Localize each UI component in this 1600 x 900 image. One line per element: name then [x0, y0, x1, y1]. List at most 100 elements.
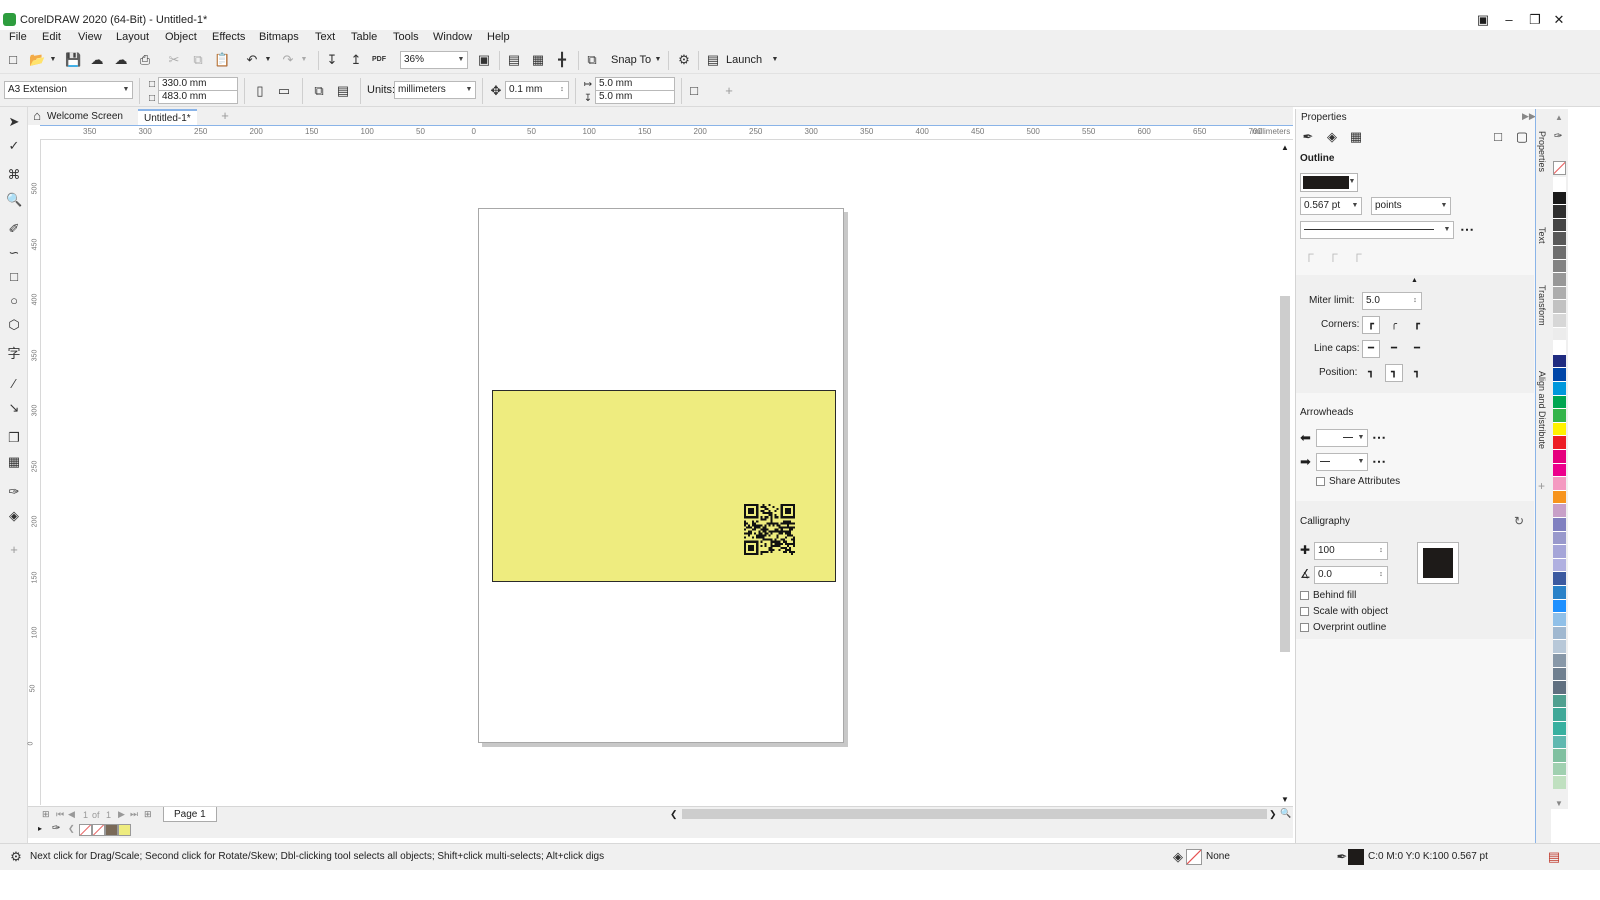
print-icon[interactable]: ⎙ [137, 52, 153, 68]
palette-swatch[interactable] [1553, 598, 1566, 613]
palette-swatch[interactable] [1553, 245, 1566, 259]
palette-swatch[interactable] [1553, 272, 1566, 287]
position-center-button[interactable]: ┓ [1385, 364, 1403, 382]
full-screen-icon[interactable]: ▣ [476, 52, 492, 68]
palette-swatch[interactable] [1553, 585, 1566, 599]
docker-tab-transform[interactable]: Transform [1537, 285, 1547, 326]
page-size-dropdown-icon[interactable]: ▼ [120, 82, 132, 98]
palette-swatch[interactable] [1553, 408, 1566, 423]
open-dropdown-icon[interactable]: ▼ [45, 52, 61, 68]
options-gear-icon[interactable]: ⚙ [676, 52, 692, 68]
show-grid-icon[interactable]: ▦ [530, 52, 546, 68]
page-tab-1[interactable]: Page 1 [163, 807, 217, 822]
duplicate-x-field[interactable]: 5.0 mm [595, 77, 675, 91]
palette-swatch[interactable] [1553, 721, 1566, 735]
nudge-distance-field[interactable]: 0.1 mm ↕ [505, 81, 569, 99]
menu-edit[interactable]: Edit [42, 31, 61, 43]
palette-swatch[interactable] [1553, 367, 1566, 382]
palette-swatch[interactable] [1553, 313, 1566, 327]
palette-expand-icon[interactable]: ▸ [38, 824, 42, 833]
nudge-spinner[interactable]: ↕ [556, 82, 568, 98]
tab-welcome-screen[interactable]: Welcome Screen [41, 109, 129, 125]
outline-width-dropdown-icon[interactable]: ▼ [1349, 198, 1361, 214]
palette-swatch[interactable] [1553, 217, 1566, 232]
close-button[interactable]: ✕ [1548, 10, 1570, 30]
palette-eyedropper-icon[interactable]: ✑ [52, 823, 60, 834]
portrait-icon[interactable]: ▯ [252, 83, 268, 99]
vertical-ruler[interactable]: 500 450 400 350 300 250 200 150 100 50 0 [27, 140, 41, 805]
outline-color-dropdown-icon[interactable]: ▼ [1347, 174, 1357, 191]
calligraphy-stretch-field[interactable]: 100 ↕ [1314, 542, 1388, 560]
palette-swatch[interactable] [1553, 544, 1566, 559]
add-tool-icon[interactable]: + [6, 542, 22, 558]
treat-as-filled-icon[interactable]: □ [686, 83, 702, 99]
fill-tab-icon[interactable]: ◈ [1324, 129, 1340, 145]
menu-file[interactable]: File [9, 31, 27, 43]
palette-swatch[interactable] [1553, 462, 1566, 477]
undo-icon[interactable]: ↶ [244, 52, 260, 68]
palette-swatch[interactable] [1553, 489, 1566, 504]
palette-swatch[interactable] [1553, 204, 1566, 219]
menu-window[interactable]: Window [433, 31, 472, 43]
palette-swatch[interactable] [1553, 381, 1566, 395]
zoom-tool-icon[interactable]: 🔍 [6, 192, 22, 208]
menu-object[interactable]: Object [165, 31, 197, 43]
start-arrowhead-select[interactable]: ▼ [1316, 429, 1368, 447]
palette-swatch[interactable] [1553, 353, 1566, 368]
palette-swatch[interactable] [1553, 761, 1566, 776]
palette-swatch[interactable] [1553, 680, 1566, 695]
next-page-icon[interactable]: ▶ [118, 809, 125, 820]
miter-limit-spinner[interactable]: ↕ [1409, 293, 1421, 309]
transparency-icon[interactable]: ▦ [6, 454, 22, 470]
scroll-down-icon[interactable]: ▼ [1281, 795, 1289, 804]
horizontal-ruler[interactable]: 350 300 250 200 150 100 50 0 50 100 150 200 250 300 35… [40, 125, 1293, 140]
palette-swatch[interactable] [1553, 503, 1566, 518]
line-style-select[interactable]: ▼ [1300, 221, 1454, 239]
parallel-dimension-icon[interactable]: ∕ [6, 376, 22, 392]
corner-bevel-button[interactable]: ┏ [1408, 316, 1426, 334]
launch-dropdown-icon[interactable]: ▼ [767, 52, 783, 68]
upload-cloud-icon[interactable]: ☁ [89, 52, 105, 68]
swatch-brown[interactable] [105, 824, 118, 836]
outline-units-dropdown-icon[interactable]: ▼ [1438, 198, 1450, 214]
position-outside-button[interactable]: ┓ [1362, 364, 1380, 382]
units-dropdown-icon[interactable]: ▼ [463, 82, 475, 98]
line-style-dropdown-icon[interactable]: ▼ [1441, 222, 1453, 238]
crop-tool-icon[interactable]: ⌘ [6, 167, 22, 183]
palette-swatch[interactable] [1553, 476, 1566, 491]
menu-help[interactable]: Help [487, 31, 510, 43]
palette-swatch[interactable] [1553, 775, 1566, 790]
export-icon[interactable]: ↥ [348, 52, 364, 68]
open-icon[interactable]: 📂 [29, 52, 45, 68]
angle-spinner[interactable]: ↕ [1375, 567, 1387, 583]
eyedropper-icon[interactable]: ✑ [6, 484, 22, 500]
palette-scroll-left-icon[interactable]: ❮ [68, 824, 75, 833]
status-settings-gear-icon[interactable]: ⚙ [8, 849, 24, 865]
import-icon[interactable]: ↧ [324, 52, 340, 68]
snap-off-icon[interactable]: ⧉ [584, 52, 600, 68]
account-icon[interactable]: ▣ [1472, 10, 1494, 30]
start-arrow-more-icon[interactable]: ⋯ [1372, 429, 1386, 446]
swatch-yellow[interactable] [118, 824, 131, 836]
position-inside-button[interactable]: ┓ [1408, 364, 1426, 382]
overprint-outline-checkbox[interactable] [1300, 623, 1309, 632]
freehand-tool-icon[interactable]: ✐ [6, 221, 22, 237]
palette-swatch[interactable] [1553, 639, 1566, 654]
palette-swatch[interactable] [1553, 449, 1566, 463]
redo-dropdown-icon[interactable]: ▼ [296, 52, 312, 68]
outline-units-select[interactable]: points ▼ [1371, 197, 1451, 215]
palette-swatch[interactable] [1553, 421, 1566, 436]
docker-tab-align[interactable]: Align and Distribute [1537, 371, 1547, 449]
palette-swatch[interactable] [1553, 177, 1566, 191]
first-page-icon[interactable]: ⏮ [56, 809, 64, 820]
page-width-field[interactable]: 330.0 mm [158, 77, 238, 91]
end-arrow-more-icon[interactable]: ⋯ [1372, 453, 1386, 470]
join-c-icon[interactable]: ┌ [1349, 246, 1365, 262]
cap-square-button[interactable]: ━ [1408, 340, 1426, 358]
paste-icon[interactable]: 📋 [214, 52, 230, 68]
behind-fill-checkbox[interactable] [1300, 591, 1309, 600]
publish-pdf-icon[interactable]: PDF [371, 52, 387, 68]
artistic-media-icon[interactable]: ∽ [6, 245, 22, 261]
docker-options-icon[interactable]: ▢ [1514, 129, 1530, 145]
palette-no-color[interactable] [1553, 161, 1566, 175]
